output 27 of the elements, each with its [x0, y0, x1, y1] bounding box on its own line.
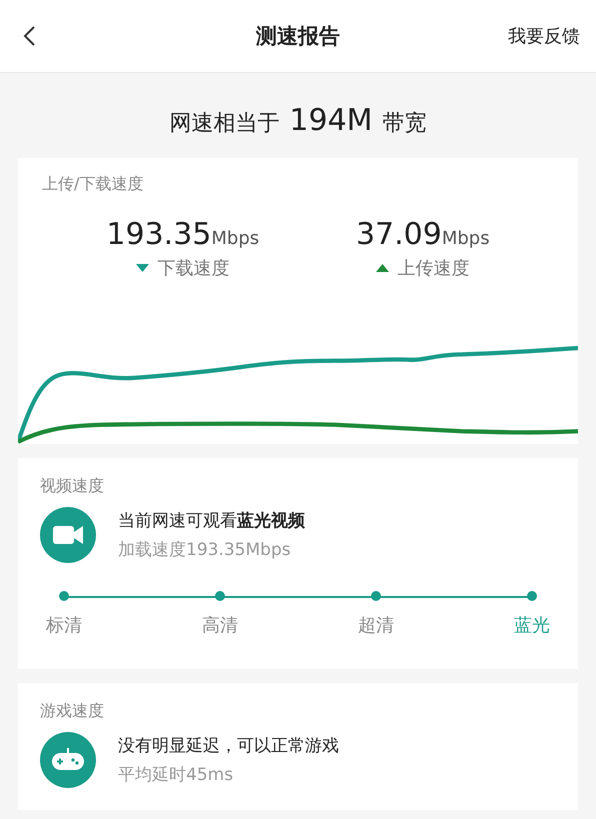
speed-label: 下载速度 — [157, 257, 230, 280]
feedback-link[interactable]: 我要反馈 — [508, 24, 580, 48]
card-title: 上传/下载速度 — [41, 174, 144, 195]
quality-label: 标清 — [46, 614, 82, 637]
video-message: 当前网速可观看蓝光视频 — [118, 510, 305, 532]
card-title: 游戏速度 — [40, 701, 105, 722]
game-message: 没有明显延迟，可以正常游戏 — [118, 735, 339, 757]
latency-text: 平均延时45ms — [118, 764, 234, 786]
quality-label: 高清 — [202, 614, 238, 637]
summary-label: 网速相当于 — [169, 110, 280, 138]
summary-unit: 带宽 — [382, 110, 427, 138]
speed-unit: Mbps — [442, 228, 490, 249]
video-camera-icon — [40, 507, 96, 563]
speed-value: 193.35 — [106, 217, 212, 252]
speed-unit: Mbps — [211, 228, 260, 249]
speed-label: 上传速度 — [397, 257, 470, 280]
back-icon[interactable] — [22, 25, 36, 47]
quality-label: 蓝光 — [514, 614, 550, 637]
quality-label: 超清 — [358, 614, 394, 637]
down-triangle-icon — [136, 264, 150, 272]
up-triangle-icon — [376, 264, 390, 272]
speed-value: 37.09 — [356, 217, 442, 252]
bandwidth-value: 194M — [289, 103, 373, 138]
gamepad-icon — [40, 732, 96, 788]
page-title: 测速报告 — [256, 23, 340, 50]
load-speed-text: 加载速度193.35Mbps — [118, 539, 292, 561]
card-title: 视频速度 — [40, 476, 105, 497]
